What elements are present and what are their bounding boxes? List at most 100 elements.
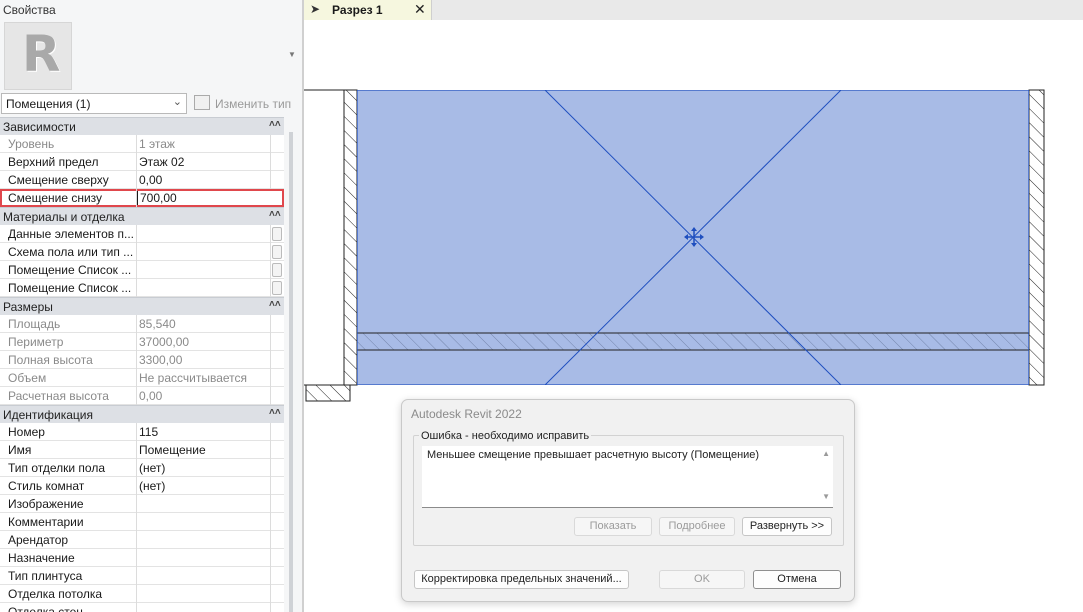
property-value[interactable]: Этаж 02 <box>139 155 267 169</box>
ok-button[interactable]: OK <box>659 570 745 589</box>
column-divider <box>270 549 271 567</box>
property-row[interactable]: Тип плинтуса <box>0 567 284 585</box>
property-row[interactable]: Отделка потолка <box>0 585 284 603</box>
tab-section-1[interactable]: ➤ Разрез 1 ✕ <box>304 0 432 20</box>
expand-button[interactable]: Развернуть >> <box>742 517 832 536</box>
pin-icon[interactable]: ➤ <box>310 2 320 16</box>
column-divider <box>136 531 137 549</box>
property-name: Тип отделки пола <box>8 461 105 475</box>
property-row[interactable]: Уровень 1 этаж <box>0 135 284 153</box>
property-row[interactable]: Верхний предел Этаж 02 <box>0 153 284 171</box>
element-type-selector[interactable]: Помещения (1) ⌄ <box>1 93 187 114</box>
property-value[interactable]: 0,00 <box>139 173 267 187</box>
details-button[interactable]: Подробнее <box>659 517 735 536</box>
column-divider <box>270 387 271 405</box>
property-row[interactable]: Объем Не рассчитывается <box>0 369 284 387</box>
property-row[interactable]: Смещение сверху 0,00 <box>0 171 284 189</box>
property-row[interactable]: Назначение <box>0 549 284 567</box>
property-row[interactable]: Полная высота 3300,00 <box>0 351 284 369</box>
floor-slab-hatch <box>357 333 1029 350</box>
property-value[interactable]: Помещение <box>139 443 267 457</box>
collapse-chevron-icon[interactable]: ˄˄ <box>269 209 281 220</box>
column-divider <box>270 153 271 171</box>
column-divider <box>136 315 137 333</box>
property-row[interactable]: Комментарии <box>0 513 284 531</box>
error-group-label: Ошибка - необходимо исправить <box>419 430 592 442</box>
property-value[interactable]: 115 <box>139 425 267 439</box>
column-divider <box>270 585 271 603</box>
error-message[interactable]: Меньшее смещение превышает расчетную выс… <box>427 449 759 461</box>
right-wall[interactable] <box>1028 89 1045 386</box>
section-header[interactable]: Зависимости ˄˄ <box>0 117 284 135</box>
collapse-chevron-icon[interactable]: ˄˄ <box>269 299 281 310</box>
property-value[interactable]: (нет) <box>139 479 267 493</box>
property-row[interactable]: Номер 115 <box>0 423 284 441</box>
browse-button[interactable] <box>272 263 282 277</box>
column-divider <box>270 477 271 495</box>
selected-room-region[interactable] <box>357 90 1029 385</box>
property-name: Полная высота <box>8 353 93 367</box>
column-divider <box>270 351 271 369</box>
left-wall[interactable] <box>343 89 358 386</box>
browse-button[interactable] <box>272 281 282 295</box>
properties-scrollbar[interactable] <box>289 132 293 612</box>
property-row[interactable]: Помещение Список ... <box>0 261 284 279</box>
cancel-button[interactable]: Отмена <box>753 570 841 589</box>
scroll-up-icon[interactable]: ▲ <box>822 449 830 458</box>
column-divider <box>136 153 137 171</box>
browse-button[interactable] <box>272 245 282 259</box>
property-row[interactable]: Арендатор <box>0 531 284 549</box>
type-preview-image: R <box>4 22 72 90</box>
property-name: Комментарии <box>8 515 84 529</box>
property-value[interactable]: 700,00 <box>137 191 268 205</box>
error-message-list[interactable]: Меньшее смещение превышает расчетную выс… <box>422 446 833 508</box>
property-row[interactable]: Данные элементов п... <box>0 225 284 243</box>
property-name: Схема пола или тип ... <box>8 245 134 259</box>
property-row[interactable]: Стиль комнат (нет) <box>0 477 284 495</box>
property-row[interactable]: Расчетная высота 0,00 <box>0 387 284 405</box>
section-header[interactable]: Идентификация ˄˄ <box>0 405 284 423</box>
column-divider <box>136 351 137 369</box>
properties-panel: Свойства R ▼ Помещения (1) ⌄ Изменить ти… <box>0 0 302 612</box>
property-row[interactable]: Тип отделки пола (нет) <box>0 459 284 477</box>
collapse-chevron-icon[interactable]: ˄˄ <box>269 119 281 130</box>
column-divider <box>270 513 271 531</box>
column-divider <box>270 567 271 585</box>
property-name: Изображение <box>8 497 84 511</box>
collapse-chevron-icon[interactable]: ˄˄ <box>269 407 281 418</box>
property-name: Периметр <box>8 335 64 349</box>
property-row[interactable]: Помещение Список ... <box>0 279 284 297</box>
edit-type-button[interactable]: Изменить тип <box>194 95 291 111</box>
column-divider <box>270 225 271 243</box>
type-dropdown-arrow-icon[interactable]: ▼ <box>288 50 296 59</box>
property-name: Назначение <box>8 551 75 565</box>
section-header[interactable]: Материалы и отделка ˄˄ <box>0 207 284 225</box>
property-name: Площадь <box>8 317 61 331</box>
chevron-down-icon: ⌄ <box>172 96 182 108</box>
column-divider <box>136 171 137 189</box>
tab-label: Разрез 1 <box>332 3 383 17</box>
property-row[interactable]: Отделка стен <box>0 603 284 612</box>
property-row[interactable]: Изображение <box>0 495 284 513</box>
close-icon[interactable]: ✕ <box>414 1 426 18</box>
property-value[interactable]: (нет) <box>139 461 267 475</box>
adjust-limits-button[interactable]: Корректировка предельных значений... <box>414 570 629 589</box>
property-value: Не рассчитывается <box>139 371 248 385</box>
property-row[interactable]: Схема пола или тип ... <box>0 243 284 261</box>
scroll-down-icon[interactable]: ▼ <box>822 492 830 501</box>
browse-button[interactable] <box>272 227 282 241</box>
column-divider <box>270 135 271 153</box>
property-row[interactable]: Периметр 37000,00 <box>0 333 284 351</box>
section-header[interactable]: Размеры ˄˄ <box>0 297 284 315</box>
column-divider <box>136 567 137 585</box>
property-row[interactable]: Имя Помещение <box>0 441 284 459</box>
property-row-highlighted[interactable]: Смещение снизу 700,00 <box>0 189 284 207</box>
property-row[interactable]: Площадь 85,540 <box>0 315 284 333</box>
column-divider <box>136 495 137 513</box>
property-name: Отделка потолка <box>8 587 103 601</box>
show-button[interactable]: Показать <box>574 517 652 536</box>
column-divider <box>136 423 137 441</box>
column-divider <box>270 279 271 297</box>
property-name: Тип плинтуса <box>8 569 83 583</box>
column-divider <box>136 225 137 243</box>
